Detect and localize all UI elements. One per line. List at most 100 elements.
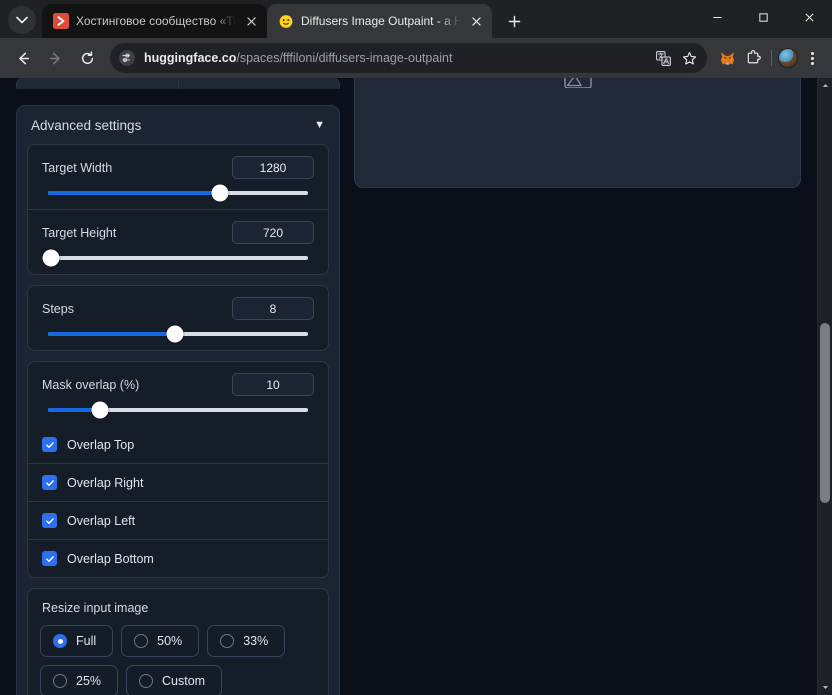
mask-overlap-header: Mask overlap (%) 10 xyxy=(42,373,314,396)
advanced-settings-accordion: Advanced settings ▼ Target Width 1280 Ta… xyxy=(16,105,340,695)
tab-title: Diffusers Image Outpaint - a Hu xyxy=(301,14,461,28)
close-icon xyxy=(246,16,256,26)
target-width-header: Target Width 1280 xyxy=(42,156,314,179)
radio-option-25[interactable]: 25% xyxy=(40,665,119,695)
browser-tab-2[interactable]: Diffusers Image Outpaint - a Hu xyxy=(267,4,492,38)
page-scrollbar[interactable] xyxy=(817,78,832,695)
radio-option-50[interactable]: 50% xyxy=(121,625,200,657)
minimize-button[interactable] xyxy=(694,0,740,34)
target-width-slider[interactable] xyxy=(48,184,308,202)
chevron-down-icon xyxy=(16,16,28,24)
slider-thumb[interactable] xyxy=(166,325,184,343)
radio-option-33[interactable]: 33% xyxy=(207,625,286,657)
advanced-settings-header[interactable]: Advanced settings ▼ xyxy=(17,106,339,144)
url-path: /spaces/fffiloni/diffusers-image-outpain… xyxy=(236,51,453,65)
cutoff-button-row[interactable] xyxy=(16,78,340,89)
scroll-down-arrow[interactable] xyxy=(818,680,832,695)
radio-option-custom[interactable]: Custom xyxy=(126,665,223,695)
image-preview-panel[interactable] xyxy=(354,78,801,188)
checkbox-overlap-left[interactable]: Overlap Left xyxy=(28,501,328,539)
checkbox-label: Overlap Left xyxy=(67,513,136,528)
browser-window: Хостинговое сообщество «Tim Diffusers Im… xyxy=(0,0,832,695)
tab-close-button[interactable] xyxy=(468,13,484,29)
gradio-app: Advanced settings ▼ Target Width 1280 Ta… xyxy=(0,78,817,695)
checkbox-checked-icon xyxy=(42,475,57,490)
browser-toolbar: huggingface.co/spaces/fffiloni/diffusers… xyxy=(0,38,832,78)
yandex-z-icon xyxy=(53,13,69,29)
radio-unselected-icon xyxy=(139,674,154,688)
checkbox-overlap-top[interactable]: Overlap Top xyxy=(28,426,328,463)
close-icon xyxy=(804,12,814,22)
radio-unselected-icon xyxy=(53,674,67,688)
radio-label: 50% xyxy=(157,634,183,648)
metamask-fox-icon[interactable] xyxy=(715,46,739,70)
chevron-down-icon[interactable]: ▼ xyxy=(314,120,325,131)
steps-header: Steps 8 xyxy=(42,297,314,320)
slider-thumb[interactable] xyxy=(91,401,109,419)
window-controls xyxy=(694,0,832,38)
translate-icon[interactable] xyxy=(653,48,673,68)
slider-thumb[interactable] xyxy=(42,249,60,267)
tab-strip: Хостинговое сообщество «Tim Diffusers Im… xyxy=(0,0,832,38)
target-height-row: Target Height 720 xyxy=(28,209,328,274)
omnibox-actions xyxy=(653,48,701,68)
tab-search-button[interactable] xyxy=(8,6,36,34)
radio-label: 25% xyxy=(76,674,102,688)
target-width-input[interactable]: 1280 xyxy=(232,156,314,179)
maximize-icon xyxy=(758,12,768,22)
slider-thumb[interactable] xyxy=(211,184,229,202)
browser-tab-1[interactable]: Хостинговое сообщество «Tim xyxy=(42,4,267,38)
close-window-button[interactable] xyxy=(786,0,832,34)
bookmark-star-icon[interactable] xyxy=(679,48,699,68)
scroll-up-arrow[interactable] xyxy=(818,78,832,93)
reload-button[interactable] xyxy=(72,43,102,73)
resize-input-image-label: Resize input image xyxy=(42,601,149,615)
new-tab-button[interactable] xyxy=(500,7,528,35)
radio-unselected-icon xyxy=(220,634,235,648)
three-dot-menu-icon[interactable] xyxy=(800,46,824,70)
maximize-button[interactable] xyxy=(740,0,786,34)
tab-close-button[interactable] xyxy=(243,13,259,29)
mask-overlap-slider[interactable] xyxy=(48,401,308,419)
cutoff-button-right[interactable] xyxy=(178,78,339,89)
target-size-group: Target Width 1280 Target Height 720 xyxy=(27,144,329,275)
radio-unselected-icon xyxy=(134,634,149,648)
checkbox-label: Overlap Top xyxy=(67,437,135,452)
scrollbar-thumb[interactable] xyxy=(820,323,830,503)
mask-overlap-input[interactable]: 10 xyxy=(232,373,314,396)
extensions-puzzle-icon[interactable] xyxy=(741,46,765,70)
target-height-input[interactable]: 720 xyxy=(232,221,314,244)
steps-group: Steps 8 xyxy=(27,285,329,351)
close-icon xyxy=(471,16,481,26)
forward-button[interactable] xyxy=(40,43,70,73)
slider-fill xyxy=(48,191,220,195)
target-height-header: Target Height 720 xyxy=(42,221,314,244)
chevron-down-icon xyxy=(822,686,828,689)
checkbox-label: Overlap Right xyxy=(67,475,144,490)
steps-slider[interactable] xyxy=(48,325,308,343)
plus-icon xyxy=(508,15,520,27)
radio-option-full[interactable]: Full xyxy=(40,625,114,657)
cutoff-button-left[interactable] xyxy=(17,78,178,89)
steps-input[interactable]: 8 xyxy=(232,297,314,320)
back-button[interactable] xyxy=(8,43,38,73)
checkbox-overlap-bottom[interactable]: Overlap Bottom xyxy=(28,539,328,577)
resize-radio-options: Full 50% 33% 25% Custom xyxy=(40,625,316,695)
steps-label: Steps xyxy=(42,301,74,316)
target-height-slider[interactable] xyxy=(42,249,308,267)
site-settings-icon[interactable] xyxy=(118,49,136,67)
page-viewport: Advanced settings ▼ Target Width 1280 Ta… xyxy=(0,78,832,695)
forward-arrow-icon xyxy=(49,52,60,64)
left-settings-column: Advanced settings ▼ Target Width 1280 Ta… xyxy=(16,78,340,695)
address-bar[interactable]: huggingface.co/spaces/fffiloni/diffusers… xyxy=(110,43,707,73)
target-height-label: Target Height xyxy=(42,225,117,240)
profile-avatar[interactable] xyxy=(778,48,798,68)
url-text: huggingface.co/spaces/fffiloni/diffusers… xyxy=(144,50,645,66)
right-preview-column xyxy=(354,78,801,695)
resize-input-image-group: Resize input image Full 50% 33% 25% Cust… xyxy=(27,588,329,695)
checkbox-label: Overlap Bottom xyxy=(67,551,154,566)
url-host: huggingface.co xyxy=(144,51,237,65)
radio-selected-icon xyxy=(53,634,67,648)
target-width-row: Target Width 1280 xyxy=(28,145,328,209)
checkbox-overlap-right[interactable]: Overlap Right xyxy=(28,463,328,501)
